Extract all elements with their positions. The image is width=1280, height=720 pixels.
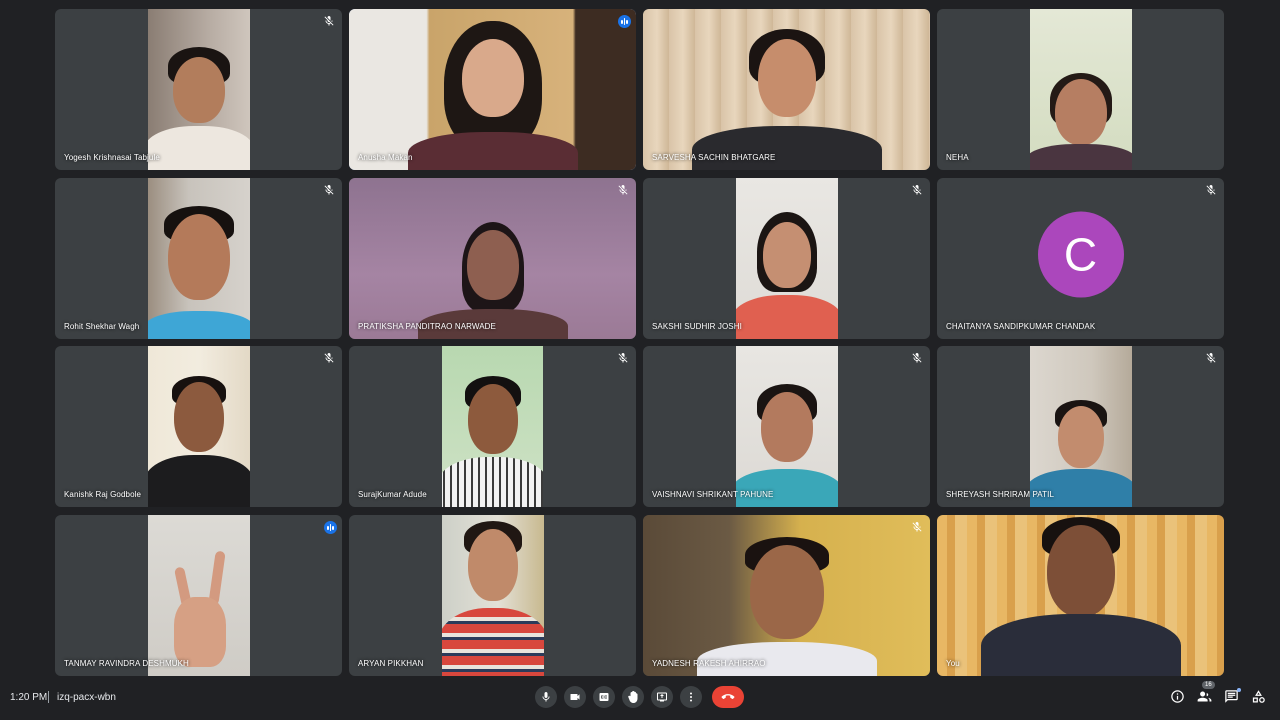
mic-off-icon: [617, 184, 629, 196]
participant-video: [442, 346, 543, 508]
mic-off-icon: [323, 15, 335, 27]
info-icon[interactable]: [1170, 689, 1185, 704]
participant-video: [736, 346, 838, 508]
participant-video: [349, 9, 636, 170]
participant-video: [937, 515, 1224, 677]
participant-name: SHREYASH SHRIRAM PATIL: [946, 490, 1054, 500]
raise-hand-icon[interactable]: [622, 686, 644, 708]
bottom-toolbar: 1:20 PM izq-pacx-wbn 16: [0, 680, 1280, 720]
participant-video: [148, 177, 250, 339]
participant-name: NEHA: [946, 153, 969, 162]
participant-tile[interactable]: SHREYASH SHRIRAM PATIL: [937, 346, 1224, 508]
mic-off-icon: [323, 352, 335, 364]
participant-count-badge: 16: [1202, 681, 1215, 689]
participant-tile[interactable]: Rohit Shekhar Wagh: [55, 177, 342, 339]
participant-name: CHAITANYA SANDIPKUMAR CHANDAK: [946, 321, 1096, 331]
call-controls: [535, 686, 744, 708]
captions-icon[interactable]: [593, 686, 615, 708]
meeting-time: 1:20 PM: [10, 692, 48, 703]
unread-dot: [1237, 688, 1241, 692]
meeting-code: izq-pacx-wbn: [57, 692, 116, 703]
participant-name: You: [946, 659, 960, 669]
participant-tile[interactable]: Anusha Makan: [349, 9, 636, 170]
participant-tile[interactable]: C CHAITANYA SANDIPKUMAR CHANDAK: [937, 177, 1224, 339]
divider: [48, 691, 49, 703]
participant-name: Yogesh Krishnasai Tabjule: [64, 153, 160, 162]
chat-icon[interactable]: [1224, 688, 1241, 704]
speaking-indicator-icon: [618, 15, 631, 28]
participant-avatar: C: [1037, 211, 1124, 298]
participant-video: [643, 515, 930, 677]
participant-video: [736, 177, 838, 339]
more-icon[interactable]: [680, 686, 702, 708]
end-call-icon: [721, 694, 735, 700]
participant-tile[interactable]: SAKSHI SUDHIR JOSHI: [643, 177, 930, 339]
mic-off-icon: [617, 352, 629, 364]
participant-tile[interactable]: TANMAY RAVINDRA DESHMUKH: [55, 515, 342, 677]
participant-tile[interactable]: ARYAN PIKKHAN: [349, 515, 636, 677]
participant-tile[interactable]: SurajKumar Adude: [349, 346, 636, 508]
participant-tile[interactable]: Kanishk Raj Godbole: [55, 346, 342, 508]
participant-tile-self[interactable]: You: [937, 515, 1224, 677]
participant-name: Rohit Shekhar Wagh: [64, 321, 140, 331]
participant-video: [349, 177, 636, 339]
participant-name: SurajKumar Adude: [358, 490, 427, 500]
activities-icon[interactable]: [1251, 689, 1266, 704]
participant-name: VAISHNAVI SHRIKANT PAHUNE: [652, 490, 774, 500]
participant-name: SAKSHI SUDHIR JOSHI: [652, 321, 742, 331]
mic-off-icon: [911, 184, 923, 196]
side-panel-controls: 16: [1170, 681, 1266, 704]
participant-video: [148, 515, 250, 677]
participant-name: Anusha Makan: [358, 153, 413, 162]
participant-video: [1030, 346, 1132, 508]
camera-icon[interactable]: [564, 686, 586, 708]
mic-off-icon: [1205, 184, 1217, 196]
present-icon[interactable]: [651, 686, 673, 708]
participant-tile[interactable]: NEHA: [937, 9, 1224, 170]
participant-name: YADNESH RAKESH AHIRRAO: [652, 659, 766, 669]
end-call-button[interactable]: [712, 686, 744, 708]
mic-off-icon: [323, 184, 335, 196]
participant-video: [148, 346, 250, 508]
participant-tile[interactable]: PRATIKSHA PANDITRAO NARWADE: [349, 177, 636, 339]
speaking-indicator-icon: [324, 521, 337, 535]
mic-off-icon: [911, 521, 923, 533]
participant-tile[interactable]: VAISHNAVI SHRIKANT PAHUNE: [643, 346, 930, 508]
video-grid: Yogesh Krishnasai Tabjule Anusha Makan S…: [55, 9, 1225, 677]
participant-video: [442, 515, 544, 677]
participant-name: ARYAN PIKKHAN: [358, 659, 424, 669]
people-icon[interactable]: 16: [1197, 681, 1215, 704]
participant-tile[interactable]: SARVESHA SACHIN BHATGARE: [643, 9, 930, 170]
participant-name: SARVESHA SACHIN BHATGARE: [652, 153, 776, 162]
participant-video: [643, 9, 930, 170]
participant-name: Kanishk Raj Godbole: [64, 490, 142, 500]
participant-name: PRATIKSHA PANDITRAO NARWADE: [358, 321, 496, 331]
mic-icon[interactable]: [535, 686, 557, 708]
participant-video: [1030, 9, 1132, 170]
mic-off-icon: [1205, 352, 1217, 364]
participant-tile[interactable]: YADNESH RAKESH AHIRRAO: [643, 515, 930, 677]
participant-name: TANMAY RAVINDRA DESHMUKH: [64, 659, 189, 669]
participant-tile[interactable]: Yogesh Krishnasai Tabjule: [55, 9, 342, 170]
participant-video: [148, 9, 250, 170]
mic-off-icon: [911, 352, 923, 364]
